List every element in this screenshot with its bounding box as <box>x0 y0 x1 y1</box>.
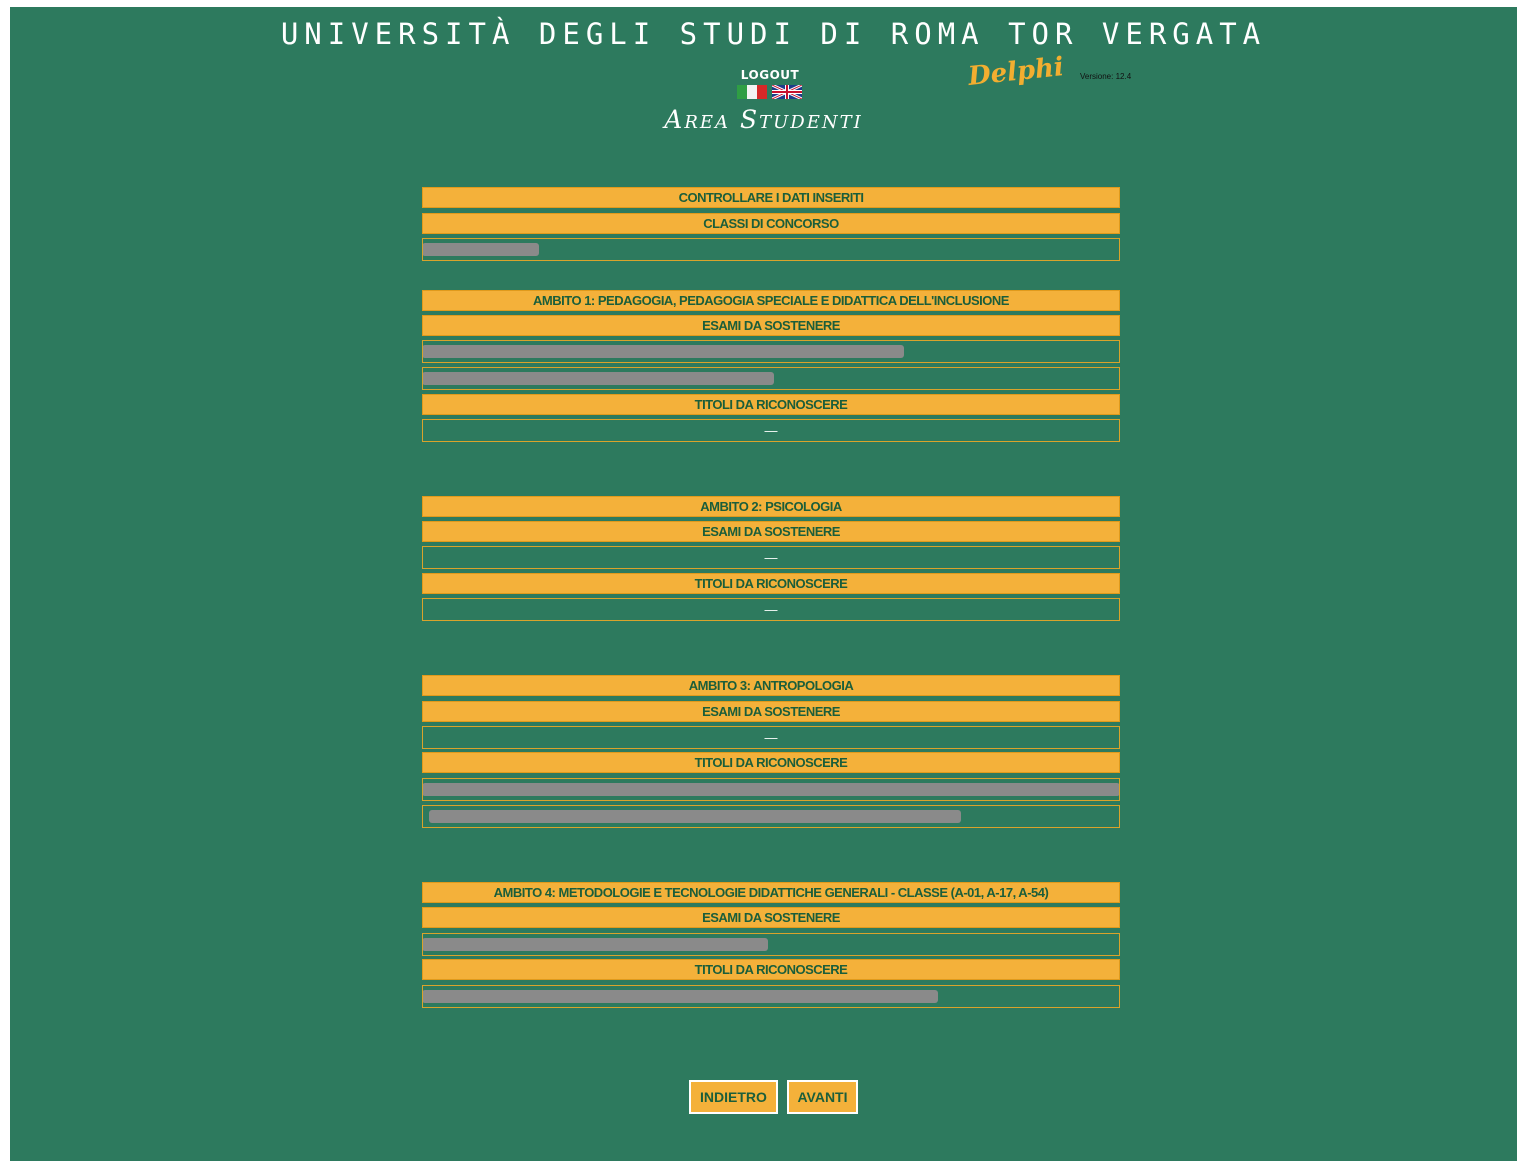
ambito-3-esami-value: — <box>422 726 1120 749</box>
ambito-1-titoli-header: TITOLI DA RICONOSCERE <box>422 394 1120 415</box>
university-title: UNIVERSITÀ DEGLI STUDI DI ROMA TOR VERGA… <box>280 17 1267 51</box>
ambito-1-esami-value-2 <box>422 367 1120 390</box>
ambito-3-titoli-header: TITOLI DA RICONOSCERE <box>422 752 1120 773</box>
ambito-2-header: AMBITO 2: PSICOLOGIA <box>422 496 1120 517</box>
redacted-text <box>423 783 1119 796</box>
next-button[interactable]: AVANTI <box>787 1080 858 1114</box>
redacted-text <box>423 243 539 256</box>
back-button[interactable]: INDIETRO <box>689 1080 778 1114</box>
uk-flag-icon[interactable] <box>772 85 802 99</box>
ambito-3-titoli-value-2 <box>422 805 1120 828</box>
empty-value: — <box>764 602 778 617</box>
italian-flag-icon[interactable] <box>737 85 767 99</box>
ambito-1-titoli-value: — <box>422 419 1120 442</box>
ambito-1-header: AMBITO 1: PEDAGOGIA, PEDAGOGIA SPECIALE … <box>422 290 1120 311</box>
classi-concorso-header: CLASSI DI CONCORSO <box>422 213 1120 234</box>
redacted-text <box>423 938 768 951</box>
ambito-3-header: AMBITO 3: ANTROPOLOGIA <box>422 675 1120 696</box>
ambito-4-titoli-value <box>422 985 1120 1008</box>
empty-value: — <box>764 550 778 565</box>
empty-value: — <box>764 730 778 745</box>
ambito-4-titoli-header: TITOLI DA RICONOSCERE <box>422 959 1120 980</box>
ambito-4-header: AMBITO 4: METODOLOGIE E TECNOLOGIE DIDAT… <box>422 882 1120 903</box>
area-title: Area Studenti <box>664 105 863 134</box>
ambito-2-titoli-value: — <box>422 598 1120 621</box>
redacted-text <box>429 810 961 823</box>
ambito-2-titoli-header: TITOLI DA RICONOSCERE <box>422 573 1120 594</box>
redacted-text <box>423 345 904 358</box>
ambito-2-esami-value: — <box>422 546 1120 569</box>
version-label: Versione: 12.4 <box>1080 72 1132 81</box>
redacted-text <box>423 372 774 385</box>
logout-link[interactable]: LOGOUT <box>728 68 812 82</box>
ambito-2-esami-header: ESAMI DA SOSTENERE <box>422 521 1120 542</box>
ambito-4-esami-header: ESAMI DA SOSTENERE <box>422 907 1120 928</box>
ambito-3-titoli-value-1 <box>422 778 1120 801</box>
ambito-4-esami-value <box>422 933 1120 956</box>
page-background: UNIVERSITÀ DEGLI STUDI DI ROMA TOR VERGA… <box>10 7 1517 1161</box>
redacted-text <box>423 990 938 1003</box>
delphi-logo: Delphi <box>966 52 1066 92</box>
language-selector <box>737 85 802 99</box>
ambito-3-esami-header: ESAMI DA SOSTENERE <box>422 701 1120 722</box>
summary-heading: CONTROLLARE I DATI INSERITI <box>422 187 1120 208</box>
empty-value: — <box>764 423 778 438</box>
classi-concorso-value <box>422 238 1120 261</box>
ambito-1-esami-header: ESAMI DA SOSTENERE <box>422 315 1120 336</box>
ambito-1-esami-value-1 <box>422 340 1120 363</box>
